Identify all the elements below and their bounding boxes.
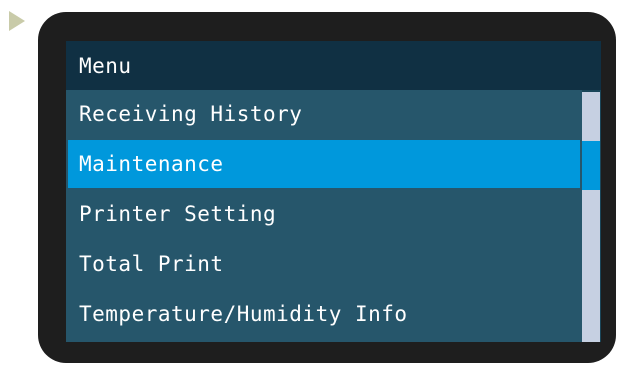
menu-title: Menu	[79, 53, 132, 78]
menu-item-temperature-humidity-info[interactable]: Temperature/Humidity Info	[66, 290, 582, 338]
play-triangle-icon	[9, 11, 25, 31]
menu-item-maintenance[interactable]: Maintenance	[68, 140, 580, 188]
menu-list: Receiving History Maintenance Printer Se…	[66, 90, 582, 342]
menu-item-label: Receiving History	[79, 102, 303, 126]
scrollbar[interactable]	[582, 92, 600, 342]
scrollbar-position-marker	[582, 141, 600, 190]
menu-item-receiving-history[interactable]: Receiving History	[66, 90, 582, 138]
menu-item-label: Maintenance	[79, 152, 224, 176]
lcd-screen: Menu Receiving History Maintenance Print…	[66, 41, 601, 342]
menu-title-bar: Menu	[66, 41, 601, 90]
menu-item-label: Printer Setting	[79, 202, 277, 226]
menu-item-label: Temperature/Humidity Info	[79, 302, 408, 326]
menu-item-label: Total Print	[79, 252, 224, 276]
menu-item-printer-setting[interactable]: Printer Setting	[66, 190, 582, 238]
menu-item-total-print[interactable]: Total Print	[66, 240, 582, 288]
